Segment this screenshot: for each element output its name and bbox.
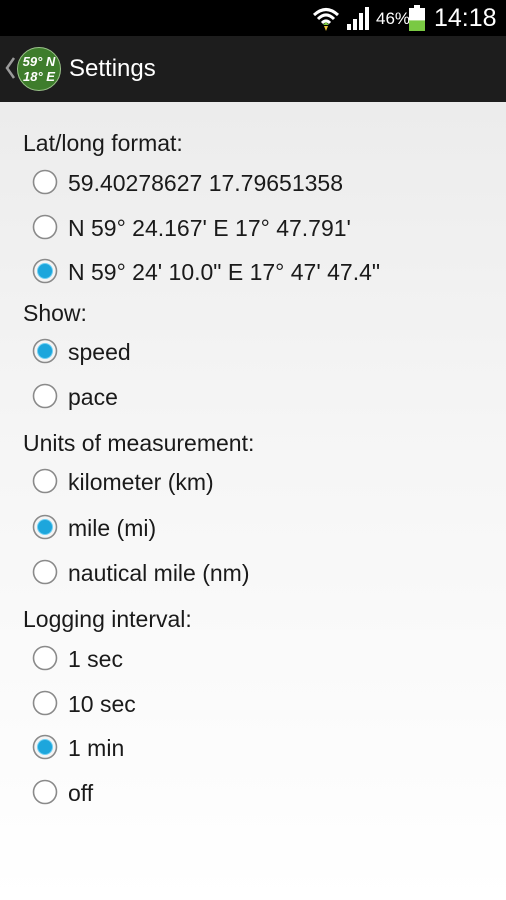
- battery-icon: [409, 5, 425, 31]
- radio-icon: [32, 214, 58, 240]
- app-logo: 59° N 18° E: [17, 47, 61, 91]
- option-label: 1 min: [68, 735, 125, 761]
- option-label: 1 sec: [68, 646, 123, 672]
- radio-icon: [32, 734, 58, 760]
- group-title-units: Units of measurement:: [23, 430, 255, 456]
- option-label: nautical mile (nm): [68, 560, 250, 586]
- option-mile[interactable]: mile (mi): [30, 506, 490, 548]
- settings-list: Lat/long format: 59.40278627 17.79651358…: [0, 102, 506, 900]
- radio-icon: [32, 645, 58, 671]
- option-label: 10 sec: [68, 691, 136, 717]
- radio-icon: [32, 559, 58, 585]
- radio-icon: [32, 514, 58, 540]
- radio-icon: [32, 169, 58, 195]
- radio-icon: [32, 779, 58, 805]
- option-1-sec[interactable]: 1 sec: [30, 637, 490, 679]
- logo-text-line2: 18° E: [23, 69, 55, 84]
- option-label: off: [68, 780, 94, 806]
- group-title-logging-interval: Logging interval:: [23, 606, 192, 632]
- option-kilometer[interactable]: kilometer (km): [30, 460, 490, 502]
- option-pace[interactable]: pace: [30, 375, 490, 417]
- status-bar: 46% 14:18: [0, 0, 506, 36]
- wifi-icon: [312, 8, 340, 31]
- back-caret-icon: [5, 57, 16, 79]
- up-navigation-button[interactable]: 59° N 18° E Settings: [0, 36, 156, 102]
- radio-icon: [32, 383, 58, 409]
- option-label: pace: [68, 384, 118, 410]
- option-off[interactable]: off: [30, 771, 490, 813]
- radio-icon: [32, 258, 58, 284]
- option-label: speed: [68, 339, 131, 365]
- clock: 14:18: [434, 4, 497, 32]
- option-degrees-decimal-minutes[interactable]: N 59° 24.167' E 17° 47.791': [30, 206, 490, 248]
- option-label: N 59° 24.167' E 17° 47.791': [68, 215, 351, 241]
- option-decimal-degrees[interactable]: 59.40278627 17.79651358: [30, 161, 490, 203]
- page-title: Settings: [69, 55, 156, 82]
- radio-icon: [32, 690, 58, 716]
- option-label: 59.40278627 17.79651358: [68, 170, 344, 196]
- option-degrees-minutes-seconds[interactable]: N 59° 24' 10.0" E 17° 47' 47.4": [30, 250, 490, 292]
- option-label: N 59° 24' 10.0" E 17° 47' 47.4": [68, 259, 381, 285]
- option-1-min[interactable]: 1 min: [30, 726, 490, 768]
- logo-text-line1: 59° N: [23, 54, 56, 69]
- option-10-sec[interactable]: 10 sec: [30, 682, 490, 724]
- option-nautical-mile[interactable]: nautical mile (nm): [30, 551, 490, 593]
- battery-percent: 46%: [376, 9, 411, 28]
- radio-icon: [32, 468, 58, 494]
- group-title-latlong-format: Lat/long format:: [23, 130, 183, 156]
- option-speed[interactable]: speed: [30, 330, 490, 372]
- radio-icon: [32, 338, 58, 364]
- option-label: mile (mi): [68, 515, 157, 541]
- group-title-show: Show:: [23, 300, 87, 326]
- option-label: kilometer (km): [68, 469, 214, 495]
- signal-icon: [347, 7, 369, 30]
- action-bar: 59° N 18° E Settings: [0, 36, 506, 102]
